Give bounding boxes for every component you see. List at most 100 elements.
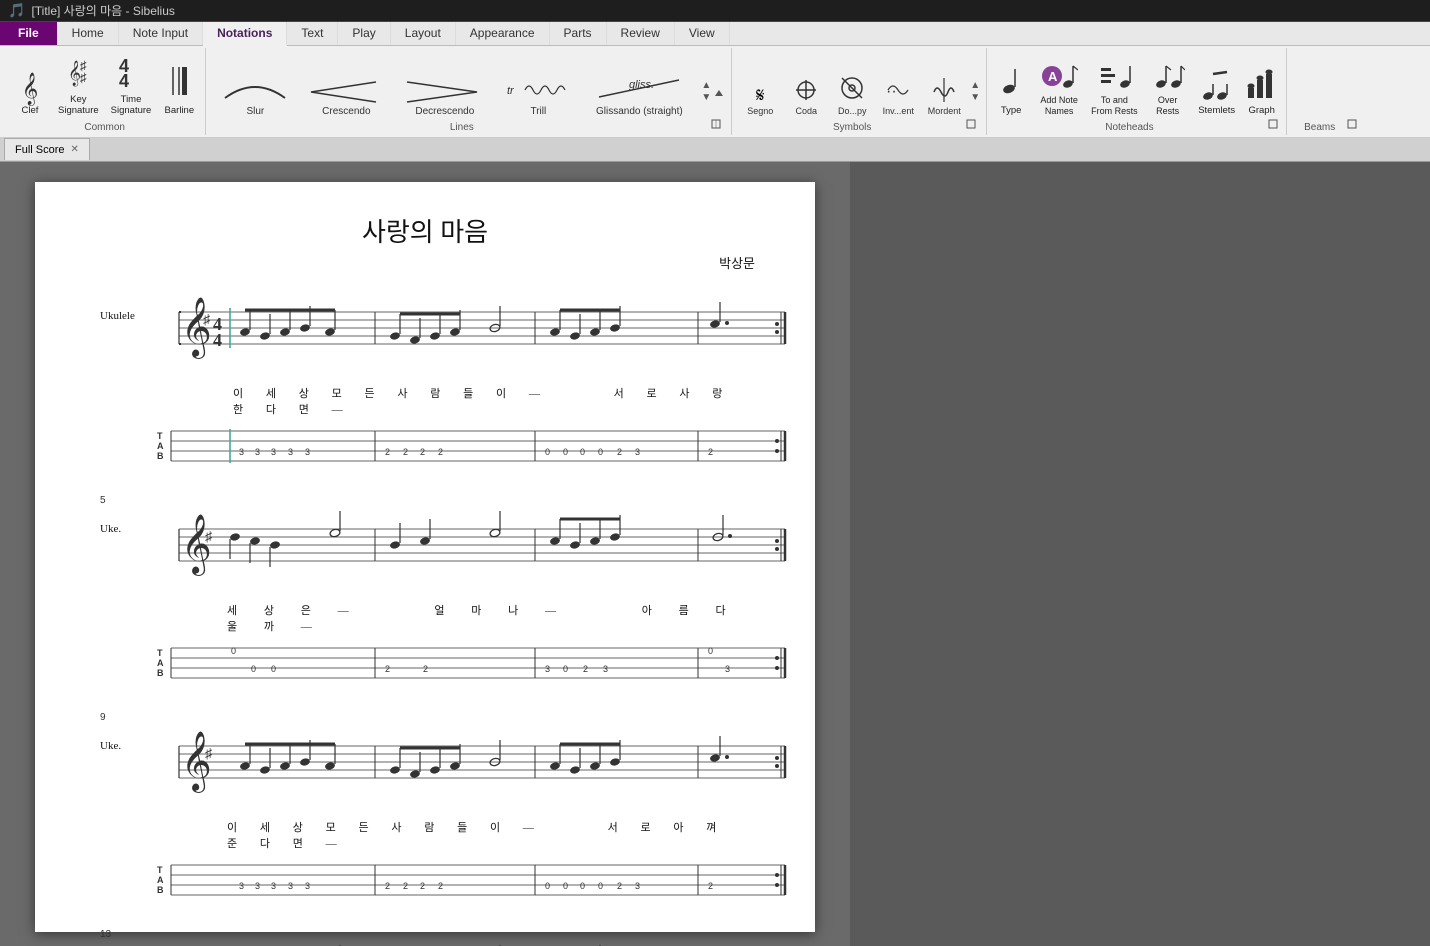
svg-text:0: 0 <box>231 646 236 656</box>
svg-text:2: 2 <box>385 664 390 674</box>
lines-expand-btn[interactable] <box>713 88 725 103</box>
lines-scroll-down[interactable]: ▼ <box>701 92 711 103</box>
add-note-names-button[interactable]: A Add NoteNames <box>1033 54 1085 119</box>
svg-text:0: 0 <box>251 664 256 674</box>
measure-number-4: 13 <box>100 929 111 940</box>
symbols-expand[interactable] <box>966 119 976 132</box>
svg-text:A: A <box>157 441 164 451</box>
tab-text[interactable]: Text <box>287 22 338 45</box>
svg-text:0: 0 <box>545 881 550 891</box>
over-rests-icon <box>1151 56 1185 95</box>
time-signature-button[interactable]: 44 TimeSignature <box>107 50 156 119</box>
lyrics-row-1: 이 세 상 모 든 사 람 들 이 — 서 로 사 랑 한 다 면 — <box>155 385 755 417</box>
coda-button[interactable]: Coda <box>784 76 828 119</box>
right-panel <box>850 162 1430 946</box>
tab-parts[interactable]: Parts <box>550 22 607 45</box>
graph-button[interactable]: Graph <box>1242 64 1282 118</box>
common-group: 𝄞 Clef 𝄞♯♯ KeySignature 44 TimeSignature <box>4 48 206 135</box>
slur-img <box>220 74 290 102</box>
key-sig-label: KeySignature <box>58 94 99 117</box>
lines-group-label: Lines <box>212 119 711 133</box>
score-paper: 사랑의 마음 박상문 Ukulele 𝄞 4 4 <box>35 182 815 932</box>
staff-svg-3: 𝄞 ♯ <box>155 726 795 816</box>
doppio-button[interactable]: Do...py <box>830 72 874 119</box>
svg-text:𝄞: 𝄞 <box>181 297 212 359</box>
key-sig-icon: 𝄞♯♯ <box>64 52 92 92</box>
clef-label: Clef <box>22 105 39 116</box>
close-tab-button[interactable]: ✕ <box>71 144 79 155</box>
trill-button[interactable]: tr Trill <box>495 72 581 119</box>
tab-play[interactable]: Play <box>338 22 390 45</box>
stemlets-button[interactable]: Stemlets <box>1194 64 1240 118</box>
tab-appearance[interactable]: Appearance <box>456 22 550 45</box>
svg-text:2: 2 <box>403 881 408 891</box>
title-text: [Title] 사랑의 마음 - Sibelius <box>31 2 174 19</box>
slur-button[interactable]: Slur <box>212 72 298 119</box>
score-area[interactable]: 사랑의 마음 박상문 Ukulele 𝄞 4 4 <box>0 162 850 946</box>
instrument-label-2: Uke. <box>100 523 121 535</box>
staff-system-2: 5 Uke. 𝄞 ♯ <box>155 509 755 696</box>
tab-svg-1: T A B <box>155 421 795 476</box>
svg-text:2: 2 <box>385 447 390 457</box>
full-score-tab[interactable]: Full Score ✕ <box>4 138 90 160</box>
to-from-rests-icon <box>1095 56 1133 95</box>
graph-icon <box>1246 66 1278 105</box>
barline-button[interactable]: Barline <box>159 61 199 118</box>
over-rests-button[interactable]: OverRests <box>1144 54 1192 119</box>
svg-text:♯: ♯ <box>203 313 211 328</box>
glissando-button[interactable]: gliss. Glissando (straight) <box>581 72 697 119</box>
beams-expand[interactable] <box>1347 119 1357 132</box>
svg-text:2: 2 <box>403 447 408 457</box>
svg-text:0: 0 <box>580 881 585 891</box>
tab-layout[interactable]: Layout <box>391 22 456 45</box>
svg-text:3: 3 <box>635 881 640 891</box>
tab-notations[interactable]: Notations <box>203 22 287 46</box>
decrescendo-label: Decrescendo <box>415 106 474 117</box>
svg-text:3: 3 <box>239 881 244 891</box>
tab-file[interactable]: File <box>0 22 58 45</box>
segno-icon: 𝄋 <box>756 86 765 106</box>
staff-system-3: 9 Uke. 𝄞 ♯ <box>155 726 755 913</box>
invertita-button[interactable]: ·· Inv...ent <box>876 74 920 119</box>
svg-text:T: T <box>157 865 163 875</box>
segno-label: Segno <box>747 106 773 117</box>
svg-text:3: 3 <box>305 881 310 891</box>
clef-button[interactable]: 𝄞 Clef <box>10 73 50 118</box>
over-rests-label: OverRests <box>1156 95 1179 117</box>
type-button[interactable]: Type <box>991 61 1031 118</box>
svg-text:2: 2 <box>420 881 425 891</box>
svg-text:2: 2 <box>617 881 622 891</box>
lines-scroll-up[interactable]: ▲ <box>701 80 711 91</box>
key-signature-button[interactable]: 𝄞♯♯ KeySignature <box>54 50 103 119</box>
crescendo-button[interactable]: Crescendo <box>298 72 394 119</box>
mordent-label: Mordent <box>928 106 961 117</box>
add-note-names-icon: A <box>1040 56 1078 95</box>
svg-text:A: A <box>157 658 164 668</box>
symbols-scroll-arrows[interactable]: ▲ ▼ <box>970 80 980 103</box>
crescendo-img <box>306 74 386 102</box>
lines-scroll-arrows[interactable]: ▲ ▼ <box>701 80 711 103</box>
doppio-icon <box>838 74 866 106</box>
title-bar: 🎵 [Title] 사랑의 마음 - Sibelius <box>0 0 1430 22</box>
instrument-label-3: Uke. <box>100 740 121 752</box>
beams-group: Beams <box>1287 48 1367 135</box>
mordent-button[interactable]: Mordent <box>922 72 966 119</box>
time-sig-icon: 44 <box>117 52 145 92</box>
symbols-scroll-up[interactable]: ▲ <box>970 80 980 91</box>
tab-svg-3: T A B 3 3 3 <box>155 855 795 910</box>
lines-group: Slur Crescendo Decrescendo <box>206 48 732 135</box>
symbols-scroll-down[interactable]: ▼ <box>970 92 980 103</box>
noteheads-group-label: Noteheads <box>991 119 1268 133</box>
tab-view[interactable]: View <box>675 22 730 45</box>
decrescendo-button[interactable]: Decrescendo <box>394 72 495 119</box>
lines-group-expand[interactable] <box>711 119 721 132</box>
noteheads-expand[interactable] <box>1268 119 1278 132</box>
svg-text:0: 0 <box>580 447 585 457</box>
segno-button[interactable]: 𝄋 Segno <box>738 84 782 119</box>
tab-home[interactable]: Home <box>58 22 119 45</box>
type-icon <box>995 63 1027 105</box>
tab-review[interactable]: Review <box>607 22 675 45</box>
svg-text:T: T <box>157 431 163 441</box>
tab-note-input[interactable]: Note Input <box>119 22 203 45</box>
to-from-rests-button[interactable]: To andFrom Rests <box>1087 54 1142 119</box>
